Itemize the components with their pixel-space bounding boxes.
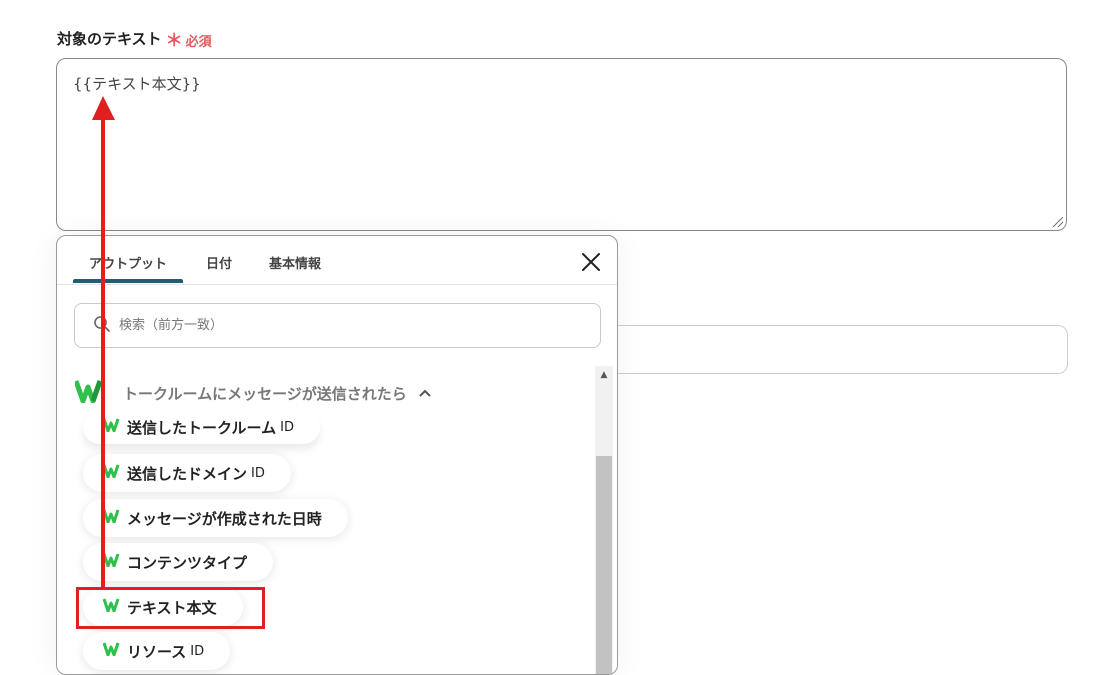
service-logo-icon — [102, 418, 121, 436]
list-item[interactable]: メッセージが作成された日時 — [83, 499, 348, 537]
scroll-up-icon[interactable]: ▲ — [595, 366, 613, 384]
tab-basic-info[interactable]: 基本情報 — [269, 253, 321, 272]
target-text-textarea[interactable]: {{テキスト本文}} — [56, 58, 1067, 231]
close-icon[interactable] — [581, 252, 601, 272]
search-icon — [93, 315, 111, 337]
tab-date[interactable]: 日付 — [206, 253, 232, 272]
output-group-header[interactable]: トークルームにメッセージが送信されたら — [73, 379, 431, 407]
required-text: 必須 — [185, 35, 212, 50]
textarea-value: {{テキスト本文}} — [73, 75, 201, 93]
list-item[interactable]: 送信したトークルーム ID — [83, 410, 320, 444]
search-box[interactable] — [74, 303, 601, 348]
list-item-suffix: ID — [280, 419, 294, 435]
list-item-label: メッセージが作成された日時 — [127, 509, 322, 528]
list-item-suffix: ID — [251, 465, 265, 481]
chevron-up-icon[interactable] — [419, 386, 431, 400]
service-logo-icon — [102, 642, 121, 660]
scrollbar[interactable]: ▲ — [595, 366, 613, 674]
list-item-suffix: ID — [190, 643, 205, 659]
required-star: ＊ — [165, 31, 183, 51]
group-title: トークルームにメッセージが送信されたら — [123, 384, 407, 403]
resize-handle-icon[interactable] — [1053, 217, 1063, 227]
field-label-text: 対象のテキスト — [57, 30, 162, 48]
list-item[interactable]: リソース ID — [83, 632, 231, 670]
list-item-label: リソース — [127, 642, 187, 661]
service-logo-icon — [73, 379, 105, 407]
list-item-label: 送信したドメイン — [127, 464, 248, 483]
service-logo-icon — [102, 553, 121, 571]
field-label: 対象のテキスト ＊必須 — [57, 26, 212, 51]
annotation-highlight-box — [76, 587, 265, 629]
list-item[interactable]: コンテンツタイプ — [83, 543, 274, 581]
list-item-label: 送信したトークルーム — [127, 418, 277, 437]
service-logo-icon — [102, 509, 121, 527]
list-item-label: コンテンツタイプ — [127, 553, 248, 572]
tab-output[interactable]: アウトプット — [72, 253, 184, 283]
service-logo-icon — [102, 464, 121, 482]
search-input[interactable] — [117, 317, 581, 334]
required-badge: ＊必須 — [166, 26, 212, 51]
popup-tabs: アウトプット 日付 基本情報 — [57, 236, 617, 285]
background-input-field[interactable] — [600, 325, 1068, 374]
list-item[interactable]: 送信したドメイン ID — [83, 454, 291, 492]
scroll-thumb[interactable] — [596, 456, 612, 674]
